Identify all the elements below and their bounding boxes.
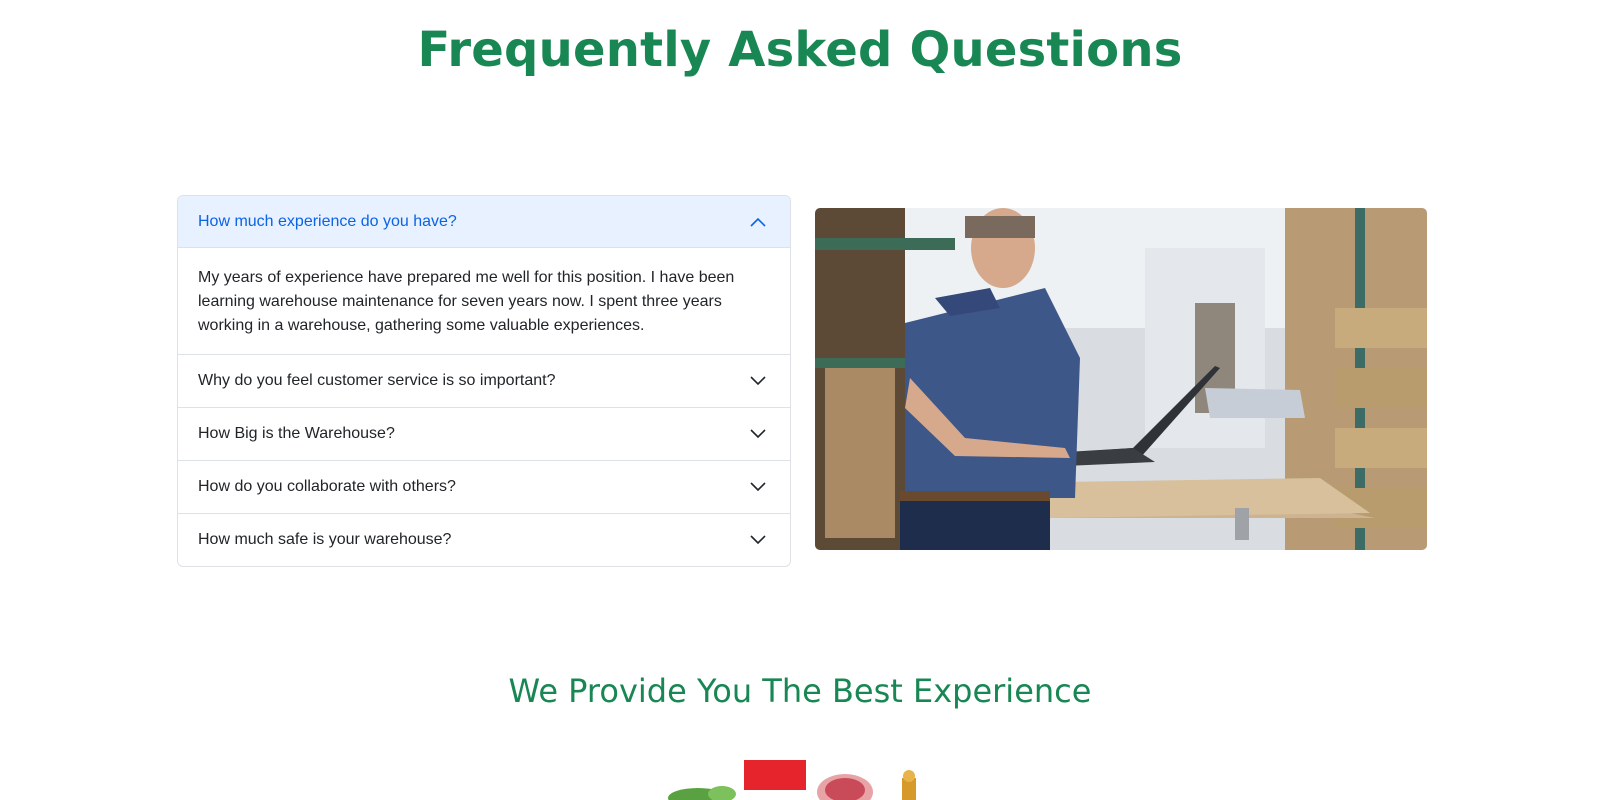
faq-section: How much experience do you have? My year… [177,195,1427,567]
accordion-question: Why do you feel customer service is so i… [198,372,556,389]
accordion-question: How much experience do you have? [198,212,457,230]
accordion-item: How do you collaborate with others? [178,460,790,513]
chevron-down-icon [748,371,768,391]
accordion-question: How do you collaborate with others? [198,478,456,495]
accordion-item: How Big is the Warehouse? [178,407,790,460]
accordion-item: How much experience do you have? My year… [178,196,790,354]
accordion-button-safety[interactable]: How much safe is your warehouse? [178,514,790,566]
accordion-button-collaborate[interactable]: How do you collaborate with others? [178,461,790,513]
accordion-question: How much safe is your warehouse? [198,531,452,548]
chevron-down-icon [748,477,768,497]
accordion-button-warehouse-size[interactable]: How Big is the Warehouse? [178,408,790,460]
chevron-down-icon [748,424,768,444]
chevron-down-icon [748,530,768,550]
warehouse-worker-photo [815,208,1427,550]
page-title: Frequently Asked Questions [417,22,1183,78]
accordion-button-customer-service[interactable]: Why do you feel customer service is so i… [178,355,790,407]
accordion-button-experience[interactable]: How much experience do you have? [178,196,790,248]
section-title: We Provide You The Best Experience [508,672,1092,710]
chevron-up-icon [748,212,768,232]
accordion-answer: My years of experience have prepared me … [198,269,735,334]
accordion-question: How Big is the Warehouse? [198,425,395,442]
faq-accordion: How much experience do you have? My year… [177,195,791,567]
accordion-item: How much safe is your warehouse? [178,513,790,566]
groceries-image [660,760,940,800]
accordion-item: Why do you feel customer service is so i… [178,354,790,407]
